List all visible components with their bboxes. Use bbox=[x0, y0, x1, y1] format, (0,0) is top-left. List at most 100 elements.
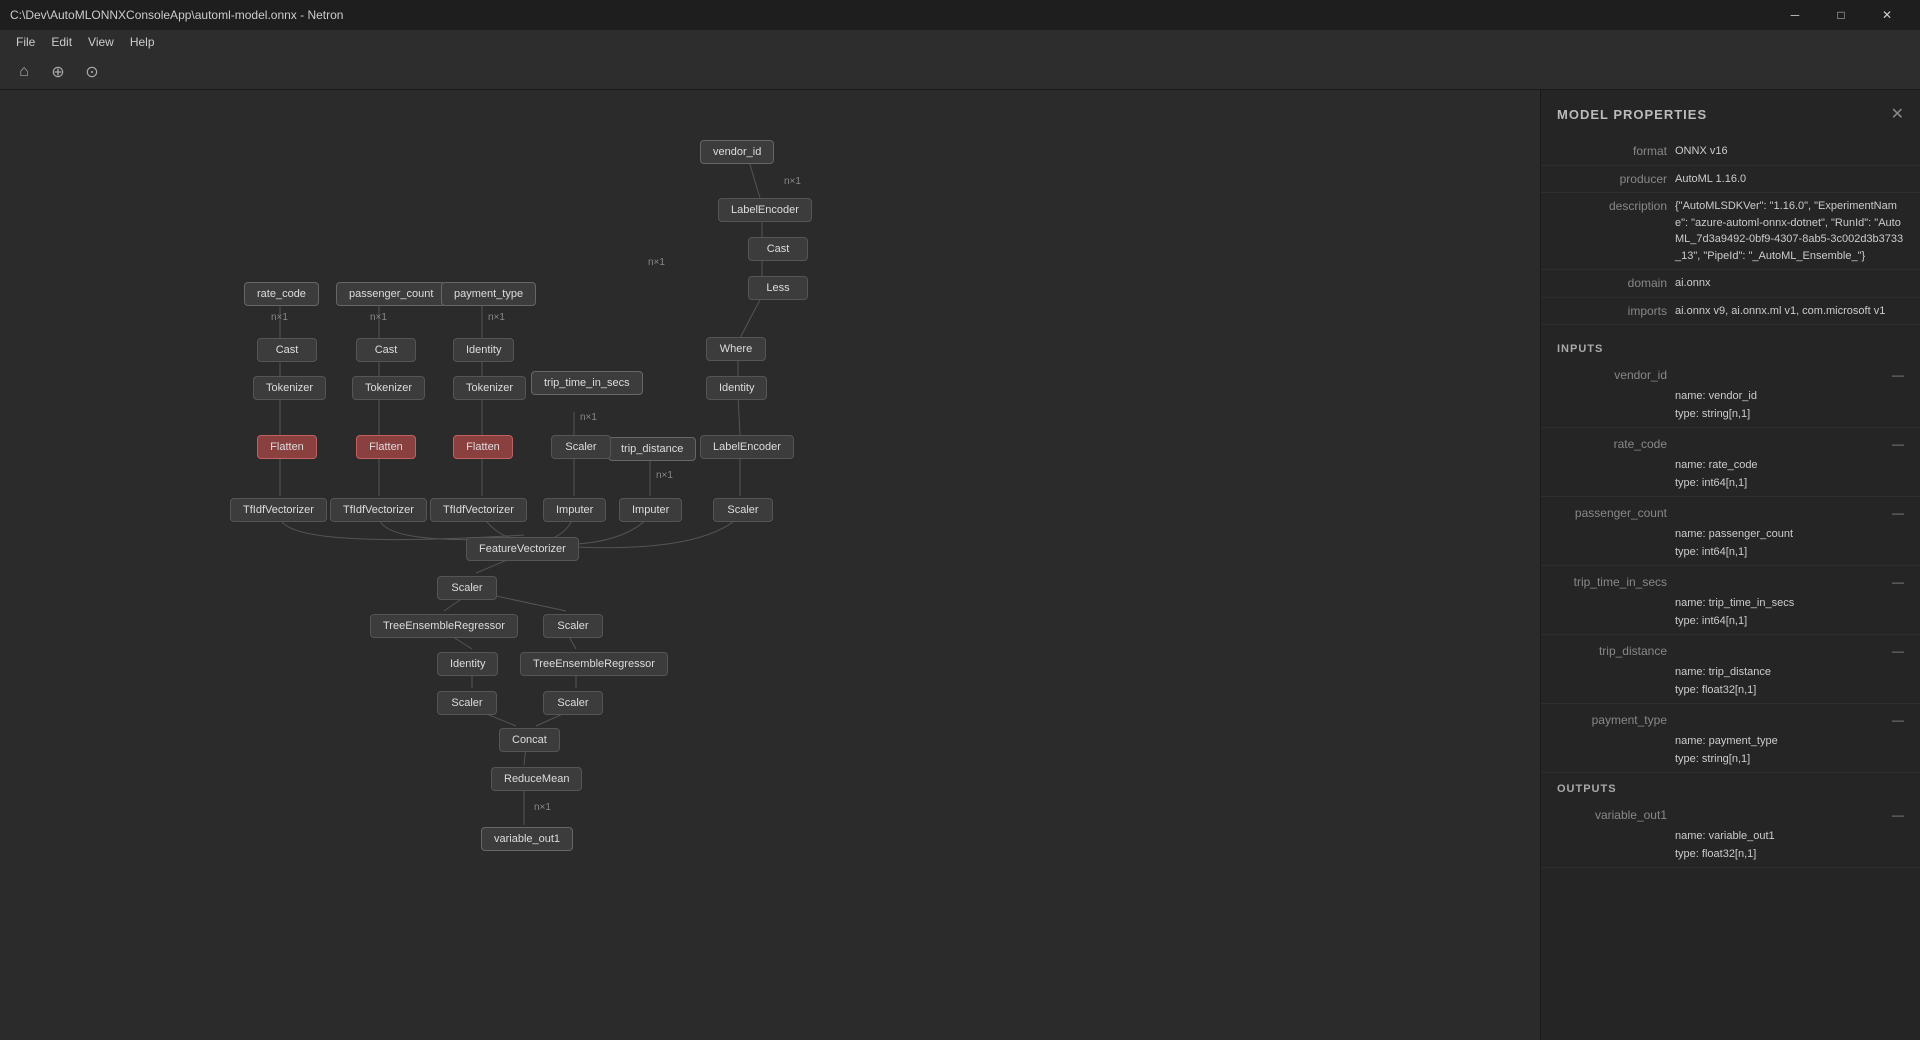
node-tfidf-2[interactable]: TfIdfVectorizer bbox=[330, 498, 427, 522]
node-scaler-2[interactable]: Scaler bbox=[713, 498, 773, 522]
node-scaler-5[interactable]: Scaler bbox=[437, 691, 497, 715]
node-flatten-2[interactable]: Flatten bbox=[356, 435, 416, 459]
menu-edit[interactable]: Edit bbox=[43, 33, 80, 51]
input-trip-distance-name-val: name: trip_distance bbox=[1675, 666, 1904, 678]
node-imputer-2[interactable]: Imputer bbox=[619, 498, 682, 522]
toolbar: ⌂ ⊕ ⊙ bbox=[0, 54, 1920, 90]
prop-producer-label: producer bbox=[1557, 171, 1667, 186]
input-payment-type-label: payment_type bbox=[1557, 713, 1667, 727]
input-payment-type-expand: — bbox=[1892, 713, 1904, 727]
input-passenger-count-name-val: name: passenger_count bbox=[1675, 528, 1904, 540]
input-vendor-id-type-row: type: string[n,1] bbox=[1541, 405, 1920, 423]
node-reduce-mean[interactable]: ReduceMean bbox=[491, 767, 582, 791]
panel-title: MODEL PROPERTIES bbox=[1557, 107, 1707, 122]
node-rate-code[interactable]: rate_code bbox=[244, 282, 319, 306]
node-tree-ensemble-2[interactable]: TreeEnsembleRegressor bbox=[520, 652, 668, 676]
input-trip-distance-header[interactable]: trip_distance — bbox=[1541, 639, 1920, 663]
prop-domain-label: domain bbox=[1557, 275, 1667, 290]
node-scaler-6[interactable]: Scaler bbox=[543, 691, 603, 715]
edge-label-nx1-6: n×1 bbox=[580, 412, 597, 423]
graph-canvas[interactable]: n×1 n×1 n×1 n×1 n×1 n×1 n×1 n×1 vendor_i… bbox=[0, 90, 1540, 1040]
input-rate-code-name-val: name: rate_code bbox=[1675, 459, 1904, 471]
maximize-button[interactable]: □ bbox=[1818, 0, 1864, 30]
node-tokenizer-3[interactable]: Tokenizer bbox=[453, 376, 526, 400]
node-scaler-1[interactable]: Scaler bbox=[551, 435, 611, 459]
close-button[interactable]: ✕ bbox=[1864, 0, 1910, 30]
input-trip-distance-type-val: type: float32[n,1] bbox=[1675, 684, 1904, 696]
node-cast-2[interactable]: Cast bbox=[257, 338, 317, 362]
edge-label-nx1-7: n×1 bbox=[656, 470, 673, 481]
titlebar: C:\Dev\AutoMLONNXConsoleApp\automl-model… bbox=[0, 0, 1920, 30]
input-passenger-count-type-val: type: int64[n,1] bbox=[1675, 546, 1904, 558]
input-vendor-id-header[interactable]: vendor_id — bbox=[1541, 363, 1920, 387]
menu-file[interactable]: File bbox=[8, 33, 43, 51]
input-trip-time-header[interactable]: trip_time_in_secs — bbox=[1541, 570, 1920, 594]
node-tfidf-1[interactable]: TfIdfVectorizer bbox=[230, 498, 327, 522]
input-vendor-id-type-val: type: string[n,1] bbox=[1675, 408, 1904, 420]
input-rate-code-type-val: type: int64[n,1] bbox=[1675, 477, 1904, 489]
input-vendor-id-name-row: name: vendor_id bbox=[1541, 387, 1920, 405]
node-variable-out1[interactable]: variable_out1 bbox=[481, 827, 573, 851]
output-variable-out1-expand: — bbox=[1892, 808, 1904, 822]
minimize-button[interactable]: ─ bbox=[1772, 0, 1818, 30]
menu-view[interactable]: View bbox=[80, 33, 122, 51]
prop-imports-value: ai.onnx v9, ai.onnx.ml v1, com.microsoft… bbox=[1675, 303, 1904, 320]
node-flatten-1[interactable]: Flatten bbox=[257, 435, 317, 459]
node-passenger-count[interactable]: passenger_count bbox=[336, 282, 446, 306]
input-trip-time-in-secs: trip_time_in_secs — name: trip_time_in_s… bbox=[1541, 566, 1920, 635]
node-payment-type[interactable]: payment_type bbox=[441, 282, 536, 306]
node-feature-vectorizer[interactable]: FeatureVectorizer bbox=[466, 537, 579, 561]
node-scaler-4[interactable]: Scaler bbox=[543, 614, 603, 638]
node-vendor-id[interactable]: vendor_id bbox=[700, 140, 774, 164]
input-rate-code-name-row: name: rate_code bbox=[1541, 456, 1920, 474]
outputs-section-title: OUTPUTS bbox=[1541, 773, 1920, 799]
node-less-1[interactable]: Less bbox=[748, 276, 808, 300]
edge-label-nx1-4: n×1 bbox=[370, 312, 387, 323]
menubar: File Edit View Help bbox=[0, 30, 1920, 54]
node-label-encoder-2[interactable]: LabelEncoder bbox=[700, 435, 794, 459]
input-passenger-count-expand: — bbox=[1892, 506, 1904, 520]
panel-close-button[interactable]: ✕ bbox=[1891, 104, 1904, 124]
node-scaler-3[interactable]: Scaler bbox=[437, 576, 497, 600]
node-cast-3[interactable]: Cast bbox=[356, 338, 416, 362]
node-where-1[interactable]: Where bbox=[706, 337, 766, 361]
node-imputer-1[interactable]: Imputer bbox=[543, 498, 606, 522]
inputs-section-title: INPUTS bbox=[1541, 333, 1920, 359]
input-rate-code-header[interactable]: rate_code — bbox=[1541, 432, 1920, 456]
node-tfidf-3[interactable]: TfIdfVectorizer bbox=[430, 498, 527, 522]
menu-help[interactable]: Help bbox=[122, 33, 163, 51]
node-flatten-3[interactable]: Flatten bbox=[453, 435, 513, 459]
node-trip-distance[interactable]: trip_distance bbox=[608, 437, 696, 461]
home-button[interactable]: ⌂ bbox=[10, 58, 38, 86]
node-identity-2[interactable]: Identity bbox=[453, 338, 514, 362]
prop-producer: producer AutoML 1.16.0 bbox=[1541, 166, 1920, 194]
node-tokenizer-2[interactable]: Tokenizer bbox=[352, 376, 425, 400]
input-rate-code: rate_code — name: rate_code type: int64[… bbox=[1541, 428, 1920, 497]
panel-header: MODEL PROPERTIES ✕ bbox=[1541, 90, 1920, 134]
input-passenger-count-header[interactable]: passenger_count — bbox=[1541, 501, 1920, 525]
node-identity-1[interactable]: Identity bbox=[706, 376, 767, 400]
node-label-encoder-1[interactable]: LabelEncoder bbox=[718, 198, 812, 222]
search-button[interactable]: ⊙ bbox=[78, 58, 106, 86]
prop-description-value: {"AutoMLSDKVer": "1.16.0", "ExperimentNa… bbox=[1675, 198, 1904, 264]
output-variable-out1: variable_out1 — name: variable_out1 type… bbox=[1541, 799, 1920, 868]
node-tokenizer-1[interactable]: Tokenizer bbox=[253, 376, 326, 400]
prop-format: format ONNX v16 bbox=[1541, 138, 1920, 166]
node-identity-3[interactable]: Identity bbox=[437, 652, 498, 676]
input-trip-distance-expand: — bbox=[1892, 644, 1904, 658]
edge-label-nx1-3: n×1 bbox=[271, 312, 288, 323]
edge-label-nx1-2: n×1 bbox=[648, 257, 665, 268]
output-variable-out1-header[interactable]: variable_out1 — bbox=[1541, 803, 1920, 827]
node-cast-1[interactable]: Cast bbox=[748, 237, 808, 261]
main-layout: n×1 n×1 n×1 n×1 n×1 n×1 n×1 n×1 vendor_i… bbox=[0, 90, 1920, 1040]
node-tree-ensemble-1[interactable]: TreeEnsembleRegressor bbox=[370, 614, 518, 638]
zoom-fit-button[interactable]: ⊕ bbox=[44, 58, 72, 86]
model-properties-section: format ONNX v16 producer AutoML 1.16.0 d… bbox=[1541, 134, 1920, 333]
properties-panel: MODEL PROPERTIES ✕ format ONNX v16 produ… bbox=[1540, 90, 1920, 1040]
graph-edges: n×1 n×1 n×1 n×1 n×1 n×1 n×1 n×1 bbox=[0, 90, 1540, 1040]
node-trip-time-in-secs[interactable]: trip_time_in_secs bbox=[531, 371, 643, 395]
input-payment-type-header[interactable]: payment_type — bbox=[1541, 708, 1920, 732]
prop-imports: imports ai.onnx v9, ai.onnx.ml v1, com.m… bbox=[1541, 298, 1920, 326]
output-variable-out1-name-val: name: variable_out1 bbox=[1675, 830, 1904, 842]
node-concat[interactable]: Concat bbox=[499, 728, 560, 752]
